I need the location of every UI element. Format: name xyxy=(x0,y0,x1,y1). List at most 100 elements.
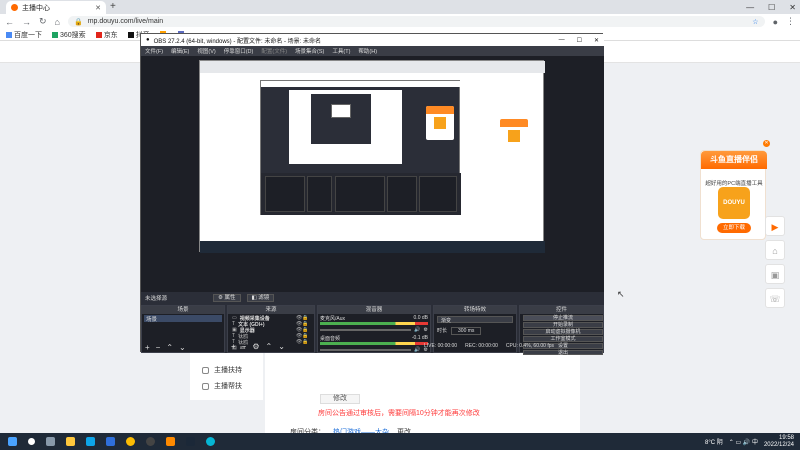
obs-source-toolbar: 未选择源 ⚙ 属性 ◧ 滤镜 xyxy=(141,292,604,303)
douyu-logo-icon: DOUYU xyxy=(718,187,750,219)
download-button[interactable]: 立即下载 xyxy=(717,223,751,233)
menu-docks[interactable]: 停靠窗口(D) xyxy=(224,47,254,55)
minimize-icon[interactable]: — xyxy=(746,3,754,12)
url-text: mp.douyu.com/live/main xyxy=(87,18,164,25)
scenes-dock: 场景 场景 + − ⌃ ⌄ xyxy=(141,305,225,353)
volume-slider[interactable] xyxy=(320,349,412,351)
bookmark-item[interactable]: 京东 xyxy=(95,30,118,40)
obs-minimize-icon[interactable]: — xyxy=(559,37,565,44)
menu-edit[interactable]: 编辑(E) xyxy=(171,47,189,55)
nested-obs-title xyxy=(261,81,461,87)
virtual-camera-button[interactable]: 启动虚拟摄像机 xyxy=(523,329,603,335)
home-side-icon[interactable]: ⌂ xyxy=(765,240,785,260)
close-tab-icon[interactable]: ✕ xyxy=(95,4,101,12)
add-scene-icon[interactable]: + xyxy=(145,343,150,352)
stop-streaming-button[interactable]: 停止推流 xyxy=(523,315,603,321)
forward-icon[interactable]: → xyxy=(22,17,31,27)
speaker-icon[interactable]: 🔊 xyxy=(414,347,420,353)
properties-button[interactable]: ⚙ 属性 xyxy=(213,293,241,302)
obs-statusbar: LIVE: 00:00:00 REC: 00:00:00 CPU: 0.4%, … xyxy=(424,343,554,349)
down-icon[interactable]: ⌄ xyxy=(278,342,285,351)
channel-db: 0.0 dB xyxy=(413,315,428,321)
transitions-header: 转场特效 xyxy=(434,306,516,314)
nav-item-help[interactable]: 主播帮扶 xyxy=(190,378,263,394)
obs-preview[interactable] xyxy=(141,56,604,292)
play-icon[interactable]: ▶ xyxy=(765,216,785,236)
service-side-icon[interactable]: ☏ xyxy=(765,288,785,308)
menu-icon[interactable]: ⋮ xyxy=(786,16,795,27)
visibility-icons[interactable]: 👁🔒 👁🔒 👁🔒 👁🔒 👁🔒 xyxy=(296,315,309,345)
menu-view[interactable]: 视图(V) xyxy=(197,47,215,55)
menu-file[interactable]: 文件(F) xyxy=(145,47,163,55)
nested-promo xyxy=(426,106,454,140)
chrome-icon[interactable] xyxy=(126,437,135,446)
volume-meter xyxy=(320,322,428,325)
help-icon xyxy=(202,382,209,390)
volume-slider[interactable] xyxy=(320,329,412,331)
studio-mode-button[interactable]: 工作室模式 xyxy=(523,336,603,342)
menu-scene-collection[interactable]: 场景集合(S) xyxy=(295,47,324,55)
obs-close-icon[interactable]: ✕ xyxy=(594,37,599,44)
settings-icon[interactable]: ⚙ xyxy=(424,327,428,333)
up-icon[interactable]: ⌃ xyxy=(266,342,273,351)
up-icon[interactable]: ⌃ xyxy=(166,343,173,352)
taskbar xyxy=(0,433,800,450)
app-icon[interactable] xyxy=(206,437,215,446)
reload-icon[interactable]: ↻ xyxy=(39,16,47,27)
nav-item-support[interactable]: 主播扶持 xyxy=(190,362,263,378)
search-icon[interactable] xyxy=(28,438,35,445)
add-source-icon[interactable]: + xyxy=(231,342,236,351)
mixer-dock: 混音器 麦克风/Aux 0.0 dB 🔊 ⚙ 桌面音频 -0.1 dB 🔊 ⚙ xyxy=(317,305,431,353)
steam-icon[interactable] xyxy=(186,437,195,446)
start-recording-button[interactable]: 开始录制 xyxy=(523,322,603,328)
obs-maximize-icon[interactable]: ☐ xyxy=(577,37,582,44)
menu-help[interactable]: 帮助(H) xyxy=(358,47,377,55)
speaker-icon[interactable]: 🔊 xyxy=(414,327,420,333)
file-explorer-icon[interactable] xyxy=(66,437,75,446)
app-side-icon[interactable]: ▣ xyxy=(765,264,785,284)
settings-icon[interactable]: ⚙ xyxy=(252,342,259,351)
modify-button[interactable]: 修改 xyxy=(320,394,360,404)
scene-item[interactable]: 场景 xyxy=(144,315,222,323)
remove-scene-icon[interactable]: − xyxy=(156,343,161,352)
start-icon[interactable] xyxy=(8,437,17,446)
app-icon[interactable] xyxy=(106,437,115,446)
bookmark-item[interactable]: 360搜索 xyxy=(52,30,86,40)
home-icon[interactable]: ⌂ xyxy=(55,17,60,27)
weather-text[interactable]: 8°C 阴 xyxy=(705,437,723,446)
edge-icon[interactable] xyxy=(86,437,95,446)
site-favicon-icon xyxy=(11,4,18,11)
tray-icons[interactable]: ⌃ ▭ 🔊 中 xyxy=(729,437,758,446)
menu-profile[interactable]: 配置(文件) xyxy=(261,47,287,55)
exit-button[interactable]: 退出 xyxy=(523,350,603,356)
transition-select[interactable]: 渐变 xyxy=(437,316,513,324)
filters-button[interactable]: ◧ 滤镜 xyxy=(246,293,275,302)
remove-source-icon[interactable]: − xyxy=(242,342,247,351)
promo-subtitle: 超好用的PC端直播工具 xyxy=(705,181,763,187)
sources-footer: + − ⚙ ⌃ ⌄ xyxy=(231,342,285,351)
new-tab-button[interactable]: + xyxy=(110,1,116,12)
nested-dock xyxy=(419,176,457,212)
support-icon xyxy=(202,366,209,374)
clock[interactable]: 19:58 2022/12/24 xyxy=(764,435,794,449)
window-controls: — ☐ ✕ xyxy=(746,0,796,14)
extension-icon[interactable]: ● xyxy=(773,17,778,27)
address-bar[interactable]: 🔒 mp.douyu.com/live/main ☆ xyxy=(67,16,765,27)
duration-input[interactable]: 300 ms xyxy=(451,327,482,335)
douyu-taskbar-icon[interactable] xyxy=(166,437,175,446)
browser-tab[interactable]: 主播中心 ✕ xyxy=(6,1,106,14)
channel-name: 麦克风/Aux xyxy=(320,316,346,322)
promo-close-icon[interactable]: ✕ xyxy=(763,140,770,147)
nested-docks xyxy=(261,173,461,215)
back-icon[interactable]: ← xyxy=(5,17,14,27)
bookmark-item[interactable]: 百度一下 xyxy=(6,30,42,40)
bookmark-star-icon[interactable]: ☆ xyxy=(752,18,758,26)
down-icon[interactable]: ⌄ xyxy=(179,343,186,352)
controls-header: 控件 xyxy=(520,306,603,314)
nested-dock xyxy=(335,176,385,212)
menu-tools[interactable]: 工具(T) xyxy=(332,47,350,55)
task-view-icon[interactable] xyxy=(46,437,55,446)
close-icon[interactable]: ✕ xyxy=(789,3,796,12)
maximize-icon[interactable]: ☐ xyxy=(768,3,775,12)
obs-taskbar-icon[interactable] xyxy=(146,437,155,446)
